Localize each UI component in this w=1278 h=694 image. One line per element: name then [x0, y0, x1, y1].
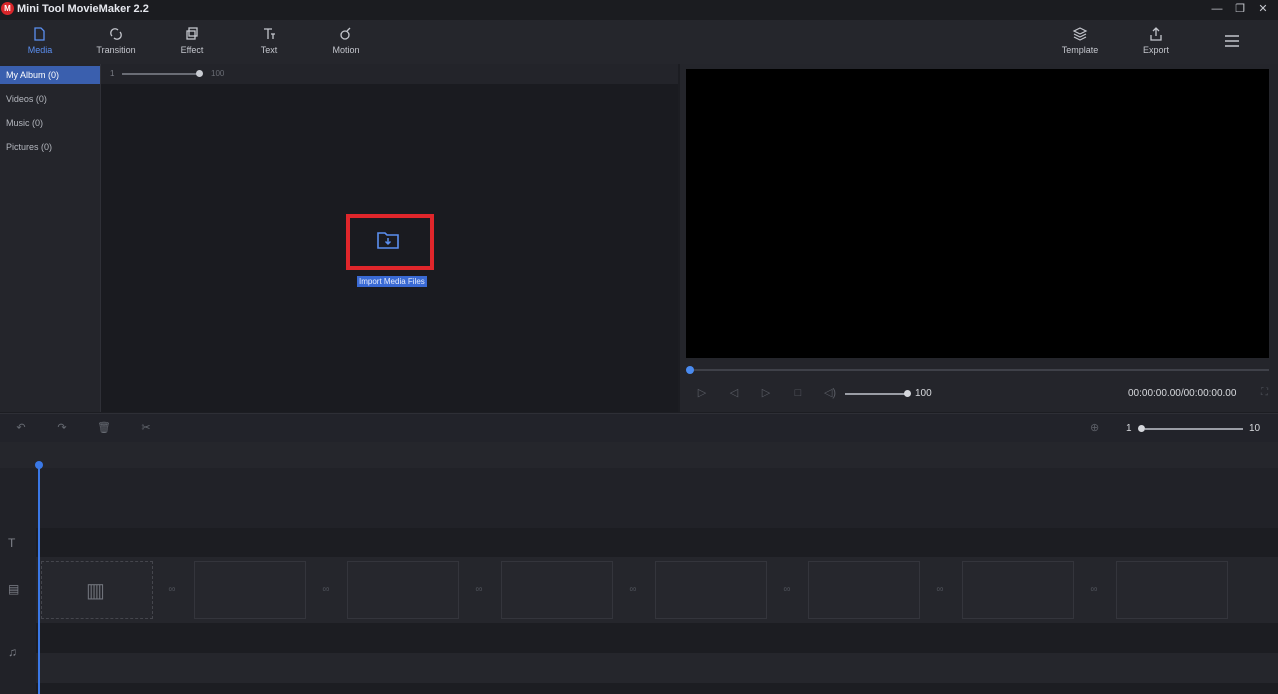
title-bar: [0, 0, 1278, 20]
playback-progress-bar[interactable]: [690, 369, 1269, 371]
volume-value: 100: [915, 388, 932, 399]
effect-icon: [186, 27, 198, 40]
effect-tab-label: Effect: [180, 45, 204, 55]
hamburger-menu-icon[interactable]: [1224, 34, 1240, 48]
stop-icon[interactable]: □: [790, 385, 806, 401]
timeline-toolbar: [0, 413, 1278, 442]
timeline-zoom-slider[interactable]: [1145, 428, 1243, 430]
transition-icon: [110, 28, 122, 40]
media-zoom-slider[interactable]: [122, 73, 200, 75]
track-divider: [36, 623, 1278, 653]
media-zoom-max: 100: [211, 69, 225, 78]
transition-slot-icon[interactable]: ∞: [623, 582, 643, 598]
transition-slot-icon[interactable]: ∞: [469, 582, 489, 598]
template-icon: [1072, 27, 1088, 41]
transition-slot-icon[interactable]: ∞: [1084, 582, 1104, 598]
fullscreen-icon[interactable]: ⛶: [1261, 387, 1268, 398]
import-media-button[interactable]: [376, 229, 400, 254]
motion-icon: [340, 27, 351, 40]
text-tab[interactable]: Text: [239, 26, 299, 60]
clip-slot[interactable]: [808, 561, 920, 619]
transition-slot-icon[interactable]: ∞: [162, 582, 182, 598]
play-icon[interactable]: ▷: [694, 385, 710, 401]
transition-tab[interactable]: Transition: [86, 26, 146, 60]
film-strip-icon: ▥: [86, 580, 105, 602]
app-logo-icon: M: [1, 2, 14, 15]
restore-button[interactable]: ❐: [1229, 1, 1251, 17]
export-button[interactable]: Export: [1126, 26, 1186, 60]
media-zoom-min: 1: [110, 69, 115, 78]
app-title: Mini Tool MovieMaker 2.2: [17, 3, 149, 15]
export-icon: [1150, 27, 1162, 41]
text-tab-label: Text: [260, 45, 278, 55]
sidebar-item-music[interactable]: Music (0): [0, 114, 100, 132]
redo-icon[interactable]: ↷: [54, 420, 70, 436]
sidebar-item-my-album[interactable]: My Album (0): [0, 66, 100, 84]
timeline-zoom-min: 1: [1126, 423, 1132, 434]
sidebar-item-videos[interactable]: Videos (0): [0, 90, 100, 108]
playback-progress-knob[interactable]: [686, 366, 694, 374]
timecode: 00:00:00.00/00:00:00.00: [1128, 388, 1237, 399]
export-label: Export: [1142, 45, 1169, 55]
template-button[interactable]: Template: [1050, 26, 1110, 60]
split-icon[interactable]: ✂: [138, 420, 154, 436]
volume-slider[interactable]: [845, 393, 908, 395]
video-track-icon: ▤: [8, 582, 20, 596]
import-media-label[interactable]: Import Media Files: [357, 276, 427, 287]
transition-tab-label: Transition: [96, 45, 136, 55]
media-tab-label: Media: [27, 45, 53, 55]
motion-tab[interactable]: Motion: [316, 26, 376, 60]
timeline-zoom-knob[interactable]: [1138, 425, 1145, 432]
playhead-handle[interactable]: [35, 461, 43, 469]
transition-slot-icon[interactable]: ∞: [777, 582, 797, 598]
playhead[interactable]: [38, 466, 40, 694]
volume-knob[interactable]: [904, 390, 911, 397]
timeline-ruler[interactable]: [0, 442, 1278, 468]
template-label: Template: [1061, 45, 1099, 55]
clip-slot[interactable]: [194, 561, 306, 619]
music-track-icon: ♫: [8, 645, 17, 659]
transition-slot-icon[interactable]: ∞: [930, 582, 950, 598]
undo-icon[interactable]: ↶: [13, 420, 29, 436]
clip-slot[interactable]: [1116, 561, 1228, 619]
music-track-lane[interactable]: [36, 653, 1278, 683]
overlay-track-lane[interactable]: [36, 468, 1278, 528]
clip-slot[interactable]: [655, 561, 767, 619]
clip-slot[interactable]: [347, 561, 459, 619]
media-tab[interactable]: Media: [10, 26, 70, 60]
text-track-lane[interactable]: [36, 528, 1278, 557]
text-track-icon: T: [8, 536, 16, 550]
minimize-button[interactable]: —: [1206, 1, 1228, 17]
next-frame-icon[interactable]: ▷: [758, 385, 774, 401]
sidebar-item-pictures[interactable]: Pictures (0): [0, 138, 100, 156]
text-icon: [264, 28, 275, 39]
track-header-column: [0, 468, 36, 694]
fit-timeline-icon[interactable]: ⊕: [1090, 421, 1099, 434]
clip-slot[interactable]: [501, 561, 613, 619]
effect-tab[interactable]: Effect: [162, 26, 222, 60]
timeline-zoom-max: 10: [1249, 423, 1261, 434]
previous-frame-icon[interactable]: ◁: [726, 385, 742, 401]
motion-tab-label: Motion: [332, 45, 360, 55]
import-folder-icon: [377, 232, 399, 249]
clip-slot[interactable]: [962, 561, 1074, 619]
delete-icon[interactable]: 🗑: [96, 420, 112, 436]
folder-icon: [34, 27, 45, 41]
close-button[interactable]: ✕: [1252, 1, 1274, 17]
transition-slot-icon[interactable]: ∞: [316, 582, 336, 598]
media-zoom-knob[interactable]: [196, 70, 203, 77]
preview-screen: [686, 69, 1269, 358]
volume-icon[interactable]: ◁): [822, 385, 838, 401]
